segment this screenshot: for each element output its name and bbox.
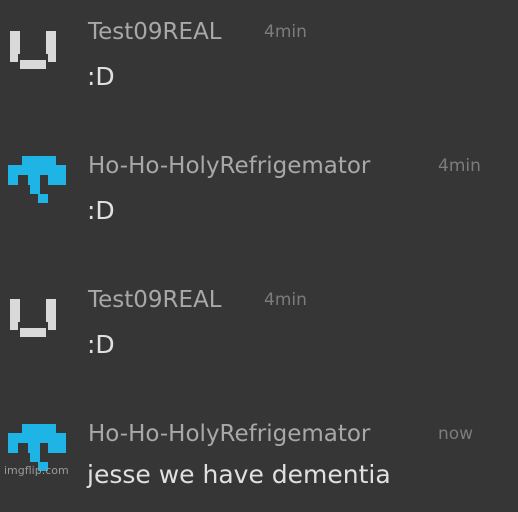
message-author[interactable]: Ho-Ho-HolyRefrigemator [88, 423, 370, 446]
smiley-face-icon [10, 299, 56, 337]
chat-message: Ho-Ho-HolyRefrigemator now jesse we have… [0, 402, 518, 512]
chat-message: Ho-Ho-HolyRefrigemator 4min :D [0, 134, 518, 244]
message-author[interactable]: Test09REAL [88, 21, 222, 44]
message-time: 4min [264, 22, 307, 42]
chat-message: Test09REAL 4min :D [0, 268, 518, 378]
avatar[interactable] [8, 23, 68, 79]
message-author[interactable]: Test09REAL [88, 289, 222, 312]
message-time: 4min [438, 156, 481, 176]
watermark: imgflip.com [4, 464, 69, 477]
avatar[interactable] [8, 291, 68, 347]
message-author[interactable]: Ho-Ho-HolyRefrigemator [88, 155, 370, 178]
smiley-face-icon [10, 31, 56, 69]
message-text: :D [87, 196, 115, 225]
message-text: :D [87, 330, 115, 359]
message-text: :D [87, 62, 115, 91]
chat-message: Test09REAL 4min :D [0, 0, 518, 110]
message-text: jesse we have dementia [87, 460, 391, 489]
avatar[interactable] [8, 154, 68, 210]
message-time: 4min [264, 290, 307, 310]
message-time: now [438, 424, 474, 444]
pixel-invader-icon [8, 156, 66, 203]
